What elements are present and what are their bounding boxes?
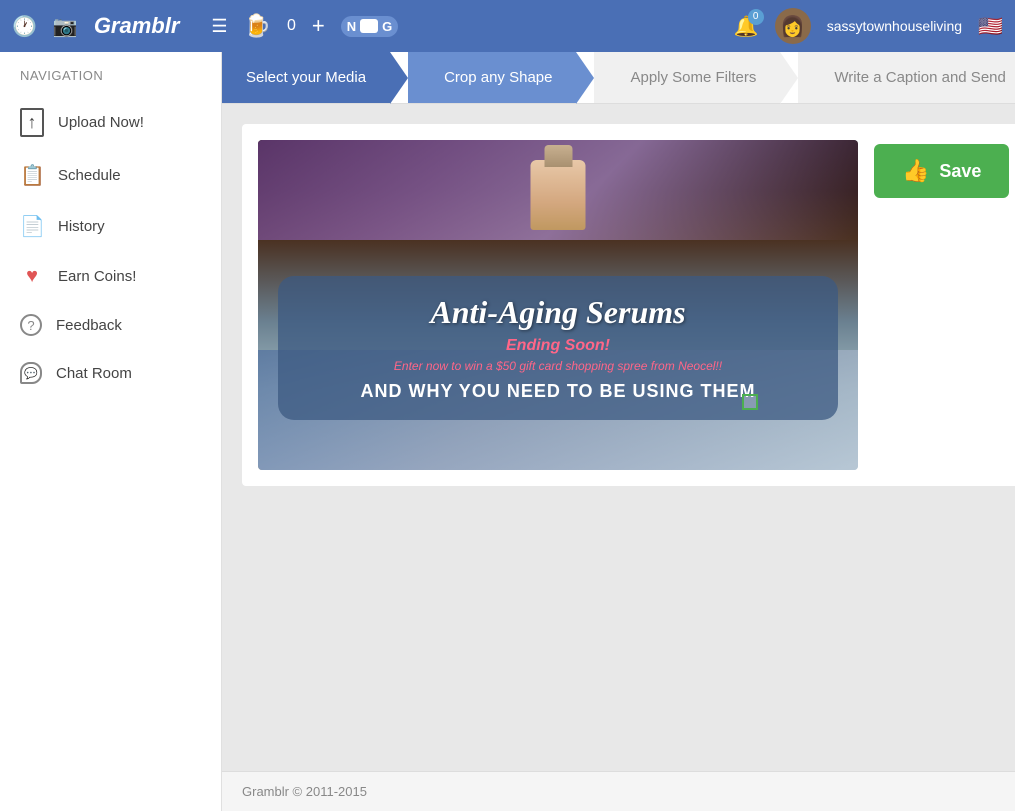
sidebar-item-upload[interactable]: ↑ Upload Now! — [0, 95, 221, 150]
chat-icon: 💬 — [20, 362, 42, 384]
image-background: Anti-Aging Serums Ending Soon! Enter now… — [258, 140, 858, 470]
feedback-icon: ? — [20, 314, 42, 336]
image-subtitle-ending: Ending Soon! — [302, 337, 814, 355]
sidebar-item-earn-label: Earn Coins! — [58, 268, 136, 285]
toggle-label-n: N — [347, 19, 356, 34]
clock-icon[interactable]: 🕐 — [12, 14, 37, 39]
step-filters-label: Apply Some Filters — [630, 69, 756, 86]
footer-text: Gramblr © 2011-2015 — [242, 784, 367, 799]
username[interactable]: sassytownhouseliving — [827, 18, 962, 34]
step-crop-label: Crop any Shape — [444, 69, 552, 86]
heart-icon: ♥ — [20, 265, 44, 288]
avatar[interactable]: 👩 — [775, 8, 811, 44]
image-subtitle-enter: Enter now to win a $50 gift card shoppin… — [302, 359, 814, 373]
image-tagline: AND WHY YOU NEED TO BE USING THEM — [302, 381, 814, 402]
step-caption-label: Write a Caption and Send — [834, 69, 1006, 86]
coin-icon[interactable]: 🍺 — [244, 13, 271, 39]
step-media-label: Select your Media — [246, 69, 366, 86]
stepper: Select your Media Crop any Shape Apply S… — [222, 52, 1015, 104]
step-media[interactable]: Select your Media — [222, 52, 390, 103]
logo-text: Gramblr — [94, 13, 180, 39]
image-preview[interactable]: Anti-Aging Serums Ending Soon! Enter now… — [258, 140, 858, 470]
notification-badge: 0 — [748, 9, 764, 25]
main-layout: Navigation ↑ Upload Now! 📋 Schedule 📄 Hi… — [0, 52, 1015, 811]
camera-icon[interactable]: 📷 — [53, 14, 78, 39]
step-filters[interactable]: Apply Some Filters — [594, 52, 780, 103]
sidebar-item-chatroom-label: Chat Room — [56, 365, 132, 382]
step-crop[interactable]: Crop any Shape — [408, 52, 576, 103]
main-content: Select your Media Crop any Shape Apply S… — [222, 52, 1015, 811]
top-nav: 🕐 📷 Gramblr ☰ 🍺 0 + N G 🔔 0 👩 sassytownh… — [0, 0, 1015, 52]
coin-count: 0 — [287, 17, 296, 35]
step-caption[interactable]: Write a Caption and Send — [798, 52, 1015, 103]
hamburger-icon[interactable]: ☰ — [211, 16, 227, 37]
sidebar-item-earn[interactable]: ♥ Earn Coins! — [0, 252, 221, 301]
nav-label: Navigation — [0, 68, 221, 95]
thumbs-up-icon: 👍 — [902, 158, 929, 184]
app-logo: Gramblr — [94, 13, 180, 39]
crop-handle[interactable] — [742, 394, 758, 410]
toggle-switch[interactable]: N G — [341, 16, 399, 37]
sidebar-item-history-label: History — [58, 218, 105, 235]
footer: Gramblr © 2011-2015 — [222, 771, 1015, 811]
sidebar-item-feedback[interactable]: ? Feedback — [0, 301, 221, 349]
image-title: Anti-Aging Serums — [302, 294, 814, 331]
content-card: Anti-Aging Serums Ending Soon! Enter now… — [242, 124, 1015, 486]
save-label: Save — [939, 161, 981, 182]
schedule-icon: 📋 — [20, 163, 44, 188]
flag-icon[interactable]: 🇺🇸 — [978, 14, 1003, 39]
sidebar-item-history[interactable]: 📄 History — [0, 201, 221, 252]
sidebar-item-schedule-label: Schedule — [58, 167, 121, 184]
sidebar-item-upload-label: Upload Now! — [58, 114, 144, 131]
sidebar-item-chatroom[interactable]: 💬 Chat Room — [0, 349, 221, 397]
history-icon: 📄 — [20, 214, 44, 239]
upload-icon: ↑ — [20, 108, 44, 137]
toggle-slider — [360, 19, 378, 33]
content-area: Anti-Aging Serums Ending Soon! Enter now… — [222, 104, 1015, 771]
notification-bell[interactable]: 🔔 0 — [734, 14, 759, 39]
save-button[interactable]: 👍 Save — [874, 144, 1009, 198]
add-icon[interactable]: + — [312, 13, 325, 39]
toggle-label-g: G — [382, 19, 392, 34]
sidebar-item-schedule[interactable]: 📋 Schedule — [0, 150, 221, 201]
sidebar: Navigation ↑ Upload Now! 📋 Schedule 📄 Hi… — [0, 52, 222, 811]
sidebar-item-feedback-label: Feedback — [56, 317, 122, 334]
